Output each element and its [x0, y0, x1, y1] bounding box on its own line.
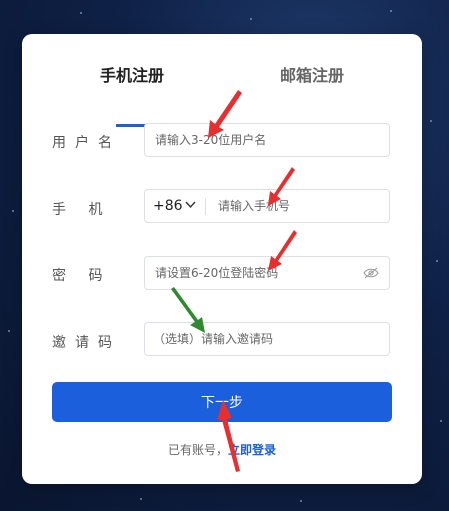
username-label: 用户名 [52, 135, 121, 151]
password-label: 密 码 [52, 268, 112, 284]
phone-label: 手 机 [52, 202, 112, 218]
tab-email-register[interactable]: 邮箱注册 [280, 62, 344, 86]
invite-code-input[interactable] [153, 323, 381, 355]
password-input[interactable] [155, 257, 355, 289]
login-prompt: 已有账号，立即登录 [22, 441, 422, 458]
invite-code-field-box [144, 322, 390, 356]
invite-code-label: 邀请码 [52, 335, 121, 351]
country-code-select[interactable]: +86 [153, 198, 183, 214]
register-tabs: 手机注册 邮箱注册 [22, 62, 422, 127]
username-field-box [144, 123, 390, 157]
phone-input[interactable] [218, 190, 383, 222]
prefix-divider [205, 198, 206, 215]
eye-off-icon[interactable] [363, 267, 379, 279]
login-prompt-text: 已有账号， [167, 443, 228, 457]
tab-phone-register[interactable]: 手机注册 [100, 62, 164, 86]
login-link[interactable]: 立即登录 [228, 443, 276, 457]
next-step-button[interactable]: 下一步 [52, 382, 392, 422]
phone-field-box: +86 [144, 189, 390, 223]
chevron-down-icon[interactable] [185, 201, 196, 209]
password-field-box [144, 256, 390, 290]
username-input[interactable] [155, 124, 381, 156]
register-card: 手机注册 邮箱注册 用户名 手 机 +86 密 码 邀请码 下一步 已有账号，立… [22, 34, 422, 484]
